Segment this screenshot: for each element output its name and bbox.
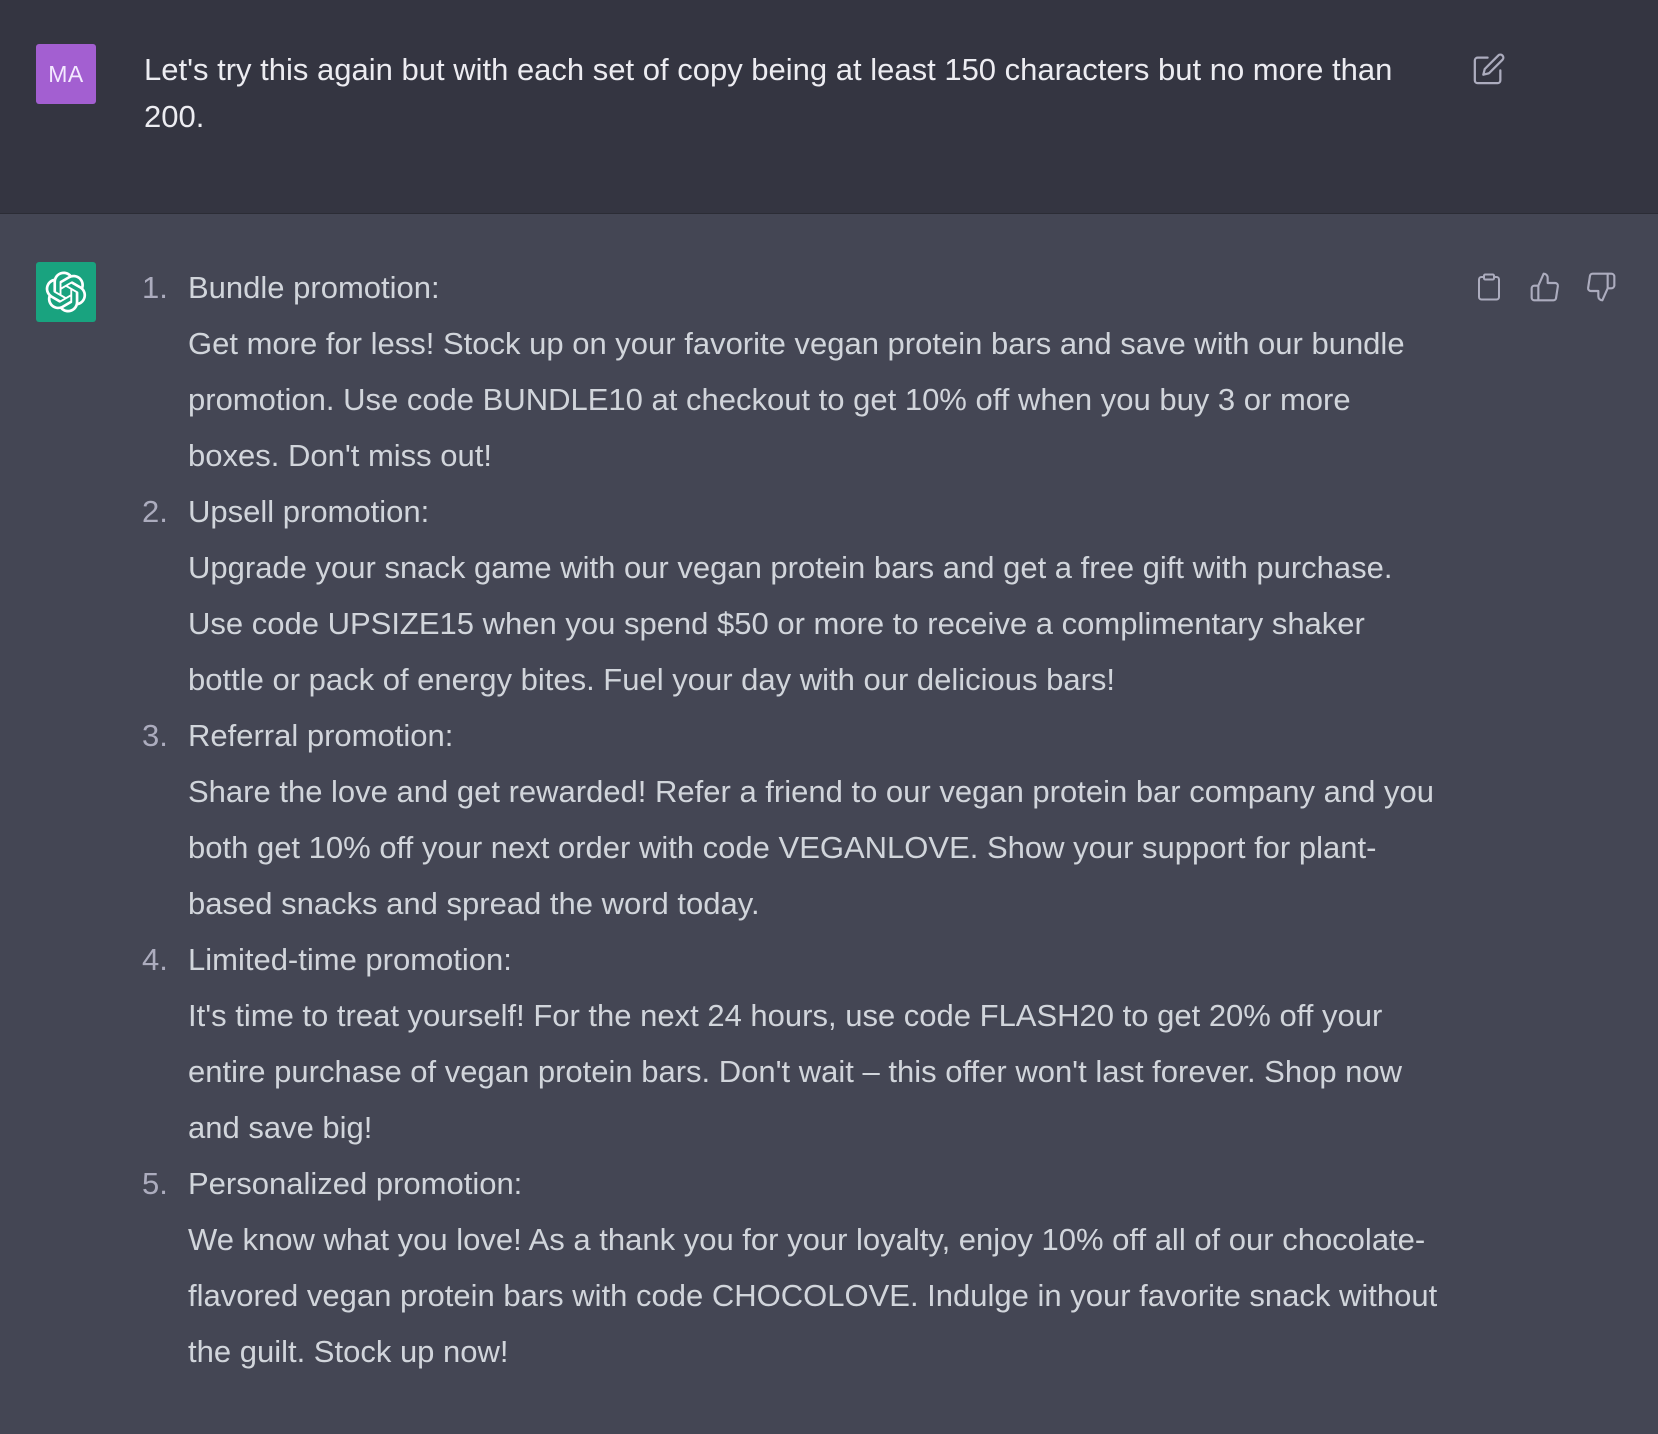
- list-item: 2. Upsell promotion: Upgrade your snack …: [142, 484, 1442, 708]
- list-item: 3. Referral promotion: Share the love an…: [142, 708, 1442, 932]
- promotion-title: Referral promotion:: [188, 718, 454, 753]
- clipboard-icon[interactable]: [1472, 270, 1506, 304]
- list-item-number: 1.: [142, 270, 168, 305]
- list-item: 1. Bundle promotion: Get more for less! …: [142, 260, 1442, 484]
- list-item-number: 5.: [142, 1166, 168, 1201]
- assistant-message-row: 1. Bundle promotion: Get more for less! …: [0, 214, 1658, 1434]
- assistant-response-list: 1. Bundle promotion: Get more for less! …: [142, 260, 1442, 1380]
- openai-logo-icon: [45, 271, 87, 313]
- user-message-text: Let's try this again but with each set o…: [144, 52, 1393, 134]
- promotion-title: Personalized promotion:: [188, 1166, 523, 1201]
- promotion-copy: Share the love and get rewarded! Refer a…: [188, 774, 1434, 921]
- list-item: 5. Personalized promotion: We know what …: [142, 1156, 1442, 1380]
- message-actions: [1472, 270, 1618, 304]
- list-item: 4. Limited-time promotion: It's time to …: [142, 932, 1442, 1156]
- promotion-title: Upsell promotion:: [188, 494, 430, 529]
- user-message-row: MA Let's try this again but with each se…: [0, 0, 1658, 214]
- promotion-title: Bundle promotion:: [188, 270, 440, 305]
- thumbs-up-icon[interactable]: [1528, 270, 1562, 304]
- promotion-title: Limited-time promotion:: [188, 942, 512, 977]
- promotion-copy: Upgrade your snack game with our vegan p…: [188, 550, 1393, 697]
- user-avatar: MA: [36, 44, 96, 104]
- promotion-copy: It's time to treat yourself! For the nex…: [188, 998, 1403, 1145]
- promotion-copy: We know what you love! As a thank you fo…: [188, 1222, 1438, 1369]
- list-item-number: 3.: [142, 718, 168, 753]
- list-item-number: 2.: [142, 494, 168, 529]
- assistant-avatar: [36, 262, 96, 322]
- edit-icon[interactable]: [1472, 52, 1506, 86]
- thumbs-down-icon[interactable]: [1584, 270, 1618, 304]
- promotion-copy: Get more for less! Stock up on your favo…: [188, 326, 1405, 473]
- list-item-number: 4.: [142, 942, 168, 977]
